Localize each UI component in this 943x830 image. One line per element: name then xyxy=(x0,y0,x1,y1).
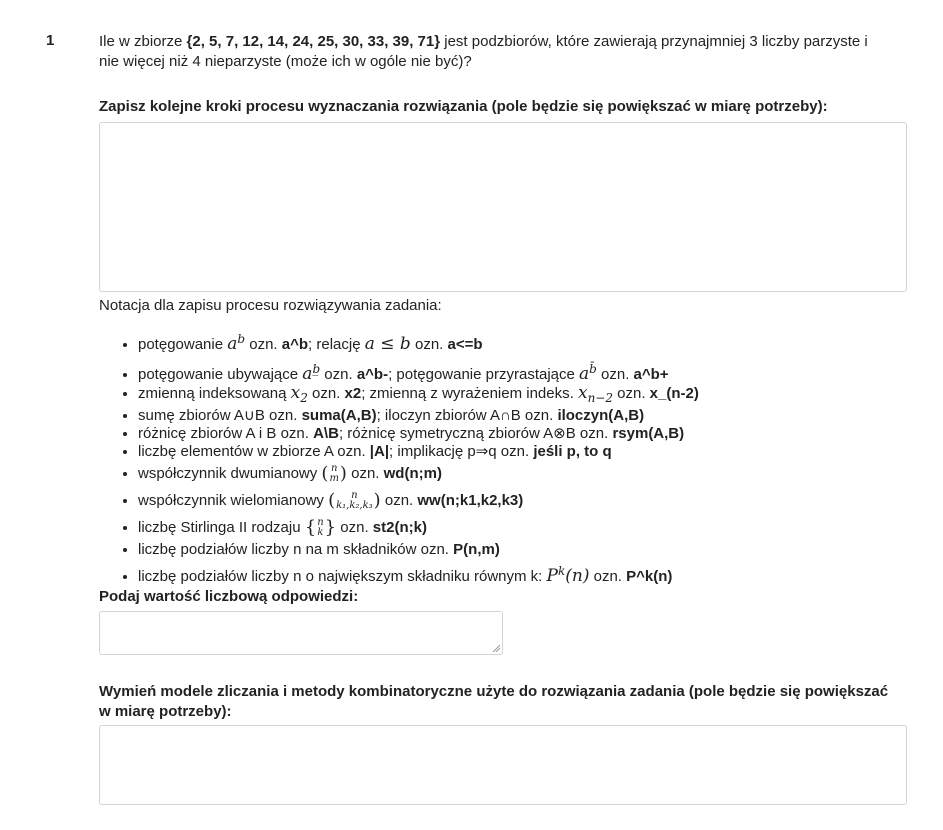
notation-item-falling-rising: potęgowanie ubywające ab̲ ozn. a^b-; pot… xyxy=(138,360,918,384)
notation-item-partitions: liczbę podziałów liczby n na m składnikó… xyxy=(138,541,918,559)
models-label: Wymień modele zliczania i metody kombina… xyxy=(99,683,889,720)
question-text-pre: Ile w zbiorze xyxy=(99,33,187,50)
notation-item-stirling: liczbę Stirlinga II rodzaju {nk} ozn. st… xyxy=(138,515,918,541)
notation-title: Notacja dla zapisu procesu rozwiązywania… xyxy=(99,297,442,314)
steps-label: Zapisz kolejne kroki procesu wyznaczania… xyxy=(99,98,828,115)
models-textarea[interactable] xyxy=(99,725,907,805)
steps-textarea[interactable] xyxy=(99,122,907,292)
notation-item-union: sumę zbiorów A∪B ozn. suma(A,B); iloczyn… xyxy=(138,407,918,425)
answer-input[interactable] xyxy=(99,611,503,655)
notation-item-indexed: zmienną indeksowaną x2 ozn. x2; zmienną … xyxy=(138,384,918,407)
answer-label: Podaj wartość liczbową odpowiedzi: xyxy=(99,588,359,605)
notation-item-partitions-largest: liczbę podziałów liczby n o największym … xyxy=(138,559,918,589)
notation-item-difference: różnicę zbiorów A i B ozn. A\B; różnicę … xyxy=(138,425,918,443)
notation-item-power: potęgowanie ab ozn. a^b; relację a ≤ b o… xyxy=(138,330,918,354)
question-set: {2, 5, 7, 12, 14, 24, 25, 30, 33, 39, 71… xyxy=(186,33,441,50)
question-number: 1 xyxy=(46,32,55,49)
notation-item-multinomial: współczynnik wielomianowy (nk₁,k₂,k₃) oz… xyxy=(138,487,918,515)
resize-grip-icon[interactable] xyxy=(492,644,500,652)
notation-item-cardinality: liczbę elementów w zbiorze A ozn. |A|; i… xyxy=(138,443,918,461)
question-text: Ile w zbiorze {2, 5, 7, 12, 14, 24, 25, … xyxy=(99,32,889,72)
notation-item-binomial: współczynnik dwumianowy (nm) ozn. wd(n;m… xyxy=(138,461,918,487)
notation-list: potęgowanie ab ozn. a^b; relację a ≤ b o… xyxy=(122,330,918,589)
